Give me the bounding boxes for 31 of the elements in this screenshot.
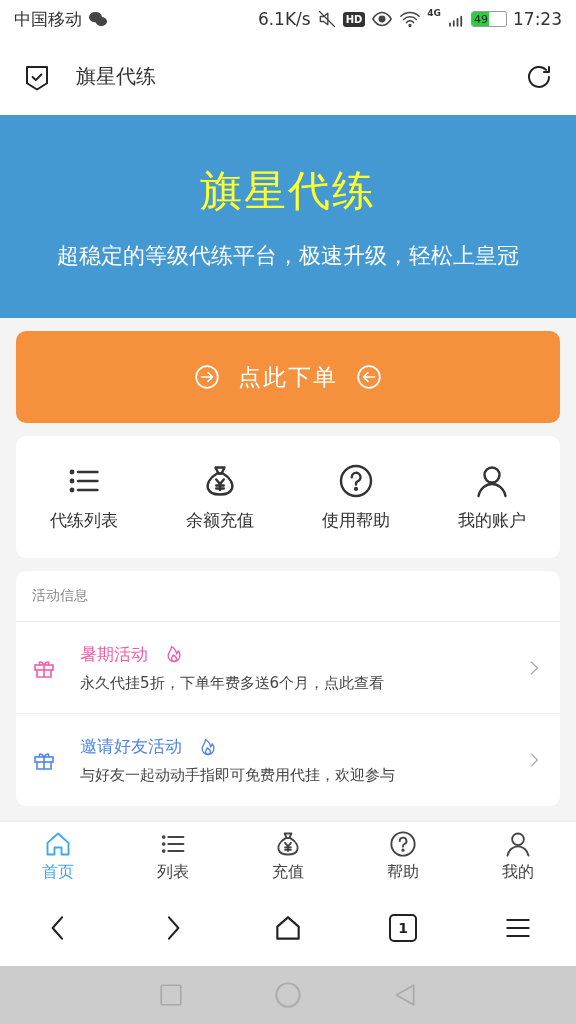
activity-description: 与好友一起动动手指即可免费用代挂，欢迎参与 <box>80 766 396 785</box>
banner-subtitle: 超稳定的等级代练平台，极速升级，轻松上皇冠 <box>57 241 519 270</box>
tab-bar-item[interactable]: 我的 <box>460 829 576 883</box>
section-title: 活动信息 <box>16 571 560 622</box>
tab-bar-item[interactable]: 帮助 <box>345 829 461 883</box>
shortcut-link[interactable]: 我的账户 <box>458 508 526 532</box>
arrow-right-circle-icon <box>194 364 220 390</box>
shortcut-link[interactable]: 余额充值 <box>186 508 254 532</box>
clock-time: 17:23 <box>513 9 562 29</box>
network-speed: 6.1K/s <box>257 9 311 29</box>
page-title: 旗星代练 <box>76 63 157 90</box>
activity-title: 邀请好友活动 <box>80 735 182 758</box>
activity-description: 永久代挂5折，下单年费多送6个月，点此查看 <box>80 673 386 693</box>
carrier-name: 中国移动 <box>14 7 82 31</box>
help-icon <box>338 462 374 499</box>
shortcut-link[interactable]: 代练列表 <box>50 508 118 532</box>
chat-icon <box>88 9 108 29</box>
tab-bar-item[interactable]: 列表 <box>115 829 231 883</box>
activity-item[interactable]: 邀请好友活动 与好友一起动动手指即可免费用代挂，欢迎参与 <box>16 714 560 806</box>
shortcut-link[interactable]: 使用帮助 <box>322 508 390 532</box>
battery-icon: 49 <box>471 11 507 27</box>
activity-item[interactable]: 暑期活动 永久代挂5折，下单年费多送6个月，点此查看 <box>16 622 560 714</box>
activity-title: 暑期活动 <box>80 642 148 666</box>
network-type: 4G <box>427 8 441 18</box>
tab-count-button[interactable]: 1 <box>389 914 418 942</box>
mute-icon <box>316 9 337 29</box>
tab-bar-item[interactable]: 充值 <box>230 829 346 883</box>
hd-badge: HD <box>342 11 366 27</box>
arrow-left-circle-icon <box>356 364 382 390</box>
banner-title: 旗星代练 <box>200 164 376 217</box>
help-icon <box>389 829 418 858</box>
